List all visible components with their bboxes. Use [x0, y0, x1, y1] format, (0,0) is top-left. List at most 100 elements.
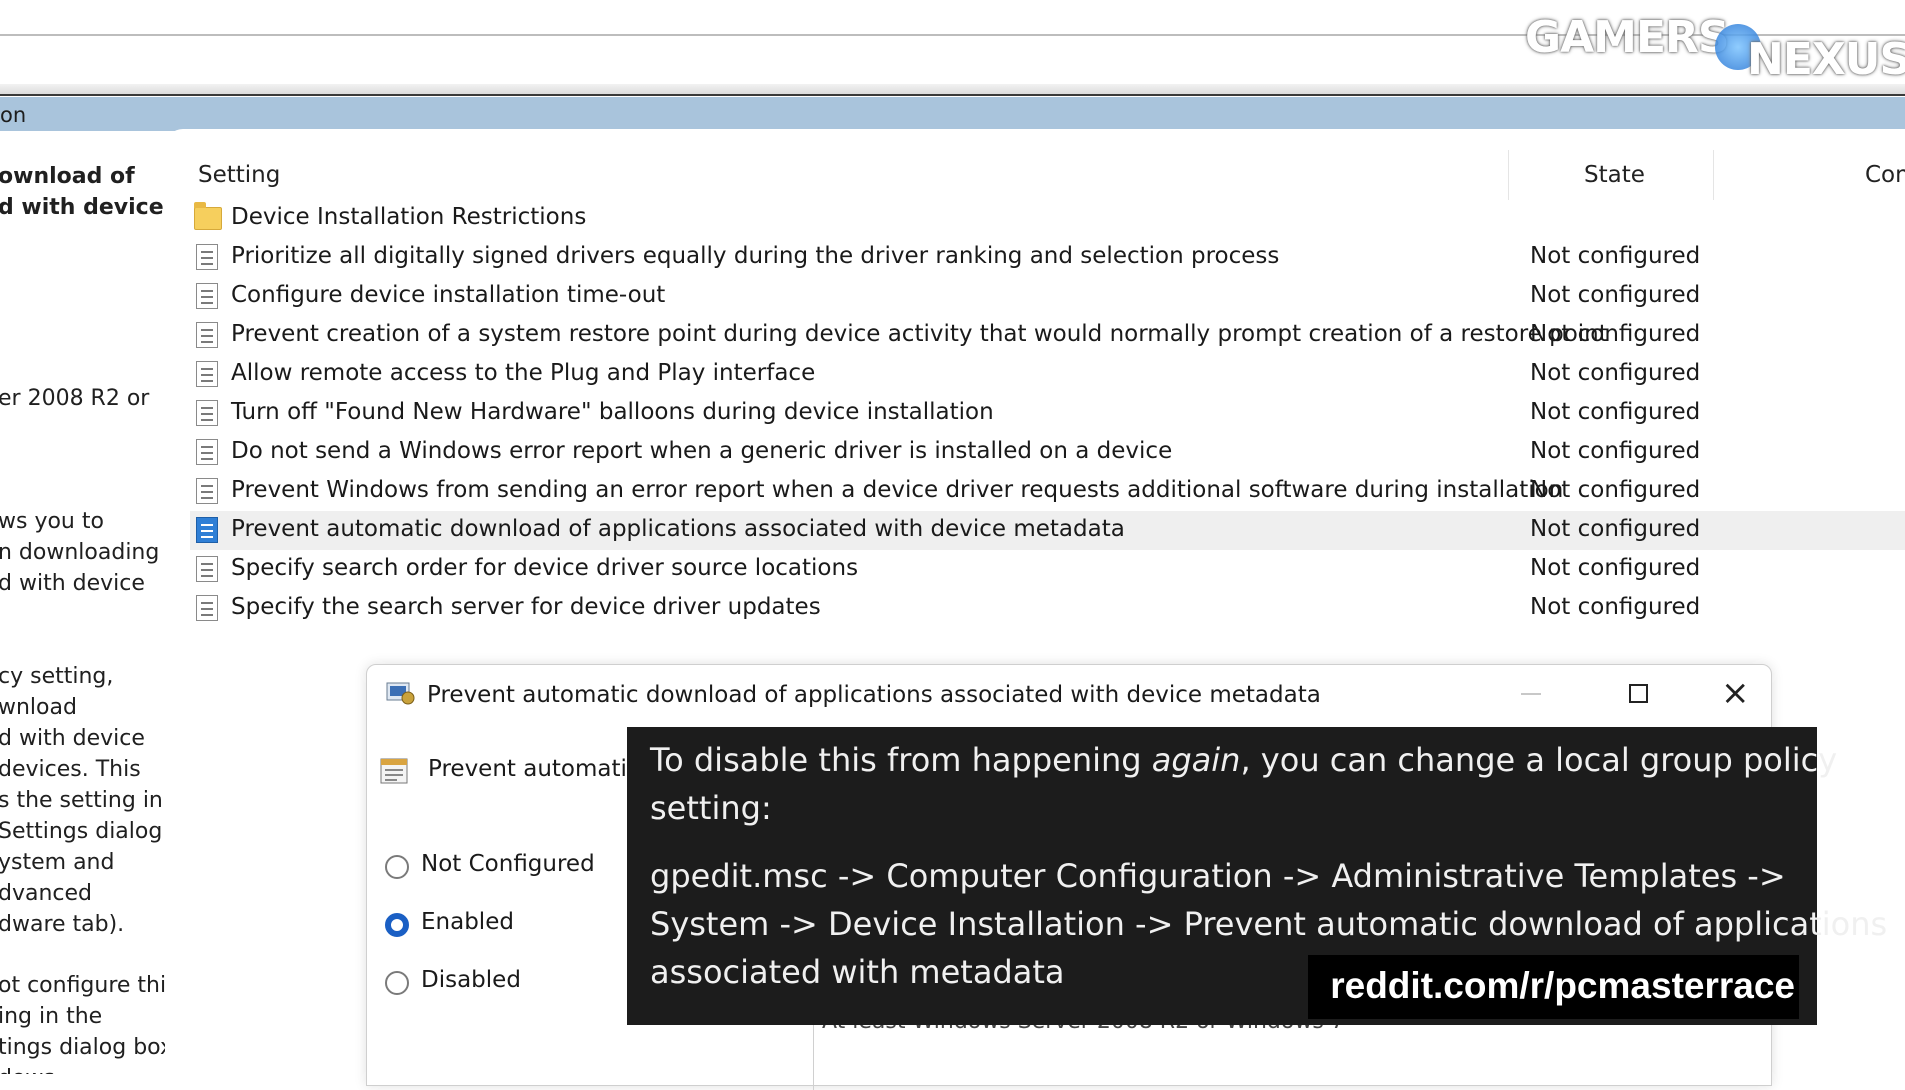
- policy-setting-row[interactable]: Do not send a Windows error report when …: [190, 433, 1905, 472]
- setting-name: Prioritize all digitally signed drivers …: [231, 243, 1280, 269]
- watermark-text-1: GAMERS: [1525, 12, 1730, 63]
- caption-overlay: To disable this from happening again, yo…: [627, 727, 1887, 1025]
- setting-state: Not configured: [1530, 555, 1701, 581]
- setting-state: Not configured: [1530, 477, 1701, 503]
- dialog-title: Prevent automatic download of applicatio…: [427, 682, 1321, 708]
- column-header-setting[interactable]: Setting: [198, 162, 280, 188]
- folder-row[interactable]: Device Installation Restrictions: [190, 199, 1905, 238]
- maximize-button[interactable]: [1619, 677, 1659, 709]
- caption-line-5: associated with metadata: [650, 953, 1065, 991]
- description-text-line: ing in the: [0, 1004, 103, 1029]
- setting-name: Device Installation Restrictions: [231, 204, 587, 230]
- description-header-title: on: [0, 103, 27, 127]
- setting-name: Prevent automatic download of applicatio…: [231, 516, 1125, 542]
- description-text-line: er 2008 R2 or: [0, 386, 150, 411]
- description-text-line: ownload of: [0, 164, 135, 189]
- column-header-state[interactable]: State: [1584, 162, 1645, 188]
- policy-setting-icon: [196, 478, 218, 504]
- setting-name: Do not send a Windows error report when …: [231, 438, 1173, 464]
- policy-setting-icon: [196, 361, 218, 387]
- policy-dialog-icon: [386, 682, 415, 705]
- description-text-line: d with device: [0, 195, 164, 220]
- setting-state: Not configured: [1530, 399, 1701, 425]
- caption-line-1-end: , you can change a local group policy: [1240, 741, 1838, 779]
- description-text-line: ws you to: [0, 509, 104, 534]
- radio-disabled[interactable]: [385, 971, 409, 995]
- setting-state: Not configured: [1530, 282, 1701, 308]
- setting-state: Not configured: [1530, 243, 1701, 269]
- description-text-line: d with device: [0, 571, 145, 596]
- description-text-line: d with device: [0, 726, 145, 751]
- column-separator[interactable]: [1508, 150, 1509, 200]
- description-text-line: dows: [0, 1063, 55, 1074]
- policy-setting-icon: [196, 517, 218, 543]
- setting-state: Not configured: [1530, 594, 1701, 620]
- policy-setting-row[interactable]: Configure device installation time-out No…: [190, 277, 1905, 316]
- setting-name: Specify the search server for device dri…: [231, 594, 821, 620]
- policy-setting-icon: [196, 322, 218, 348]
- description-text-line: wnload: [0, 695, 77, 720]
- policy-setting-row[interactable]: Specify the search server for device dri…: [190, 589, 1905, 628]
- setting-state: Not configured: [1530, 321, 1701, 347]
- policy-setting-row[interactable]: Prioritize all digitally signed drivers …: [190, 238, 1905, 277]
- maximize-icon: [1629, 684, 1648, 703]
- column-separator[interactable]: [1713, 150, 1714, 200]
- radio-disabled-label[interactable]: Disabled: [421, 967, 521, 993]
- description-text-line: dvanced: [0, 881, 93, 906]
- policy-setting-row[interactable]: Prevent automatic download of applicatio…: [190, 511, 1905, 550]
- policy-setting-row[interactable]: Turn off "Found New Hardware" balloons d…: [190, 394, 1905, 433]
- close-icon: ×: [1721, 673, 1750, 713]
- radio-enabled-label[interactable]: Enabled: [421, 909, 514, 935]
- column-header-comment[interactable]: Com: [1865, 162, 1905, 188]
- description-text-line: Settings dialog: [0, 819, 163, 844]
- description-text-line: dware tab).: [0, 912, 125, 937]
- description-header: on: [0, 97, 1905, 131]
- watermark-text-2: NEXUS: [1747, 34, 1905, 85]
- description-text-line: tings dialog box: [0, 1035, 165, 1060]
- caption-line-3: gpedit.msc -> Computer Configuration -> …: [650, 857, 1786, 895]
- setting-name: Allow remote access to the Plug and Play…: [231, 360, 816, 386]
- extended-description-pane: ownload of d with device er 2008 R2 or ws y…: [0, 131, 165, 1074]
- caption-line-1-start: To disable this from happening: [650, 741, 1152, 779]
- folder-icon: [194, 202, 222, 230]
- policy-setting-icon: [196, 400, 218, 426]
- radio-enabled[interactable]: [385, 913, 409, 937]
- description-text-line: cy setting,: [0, 664, 114, 689]
- source-badge: reddit.com/r/pcmasterrace: [1308, 955, 1799, 1019]
- description-text-line: ot configure this: [0, 973, 165, 998]
- radio-not-configured-label[interactable]: Not Configured: [421, 851, 595, 877]
- radio-not-configured[interactable]: [385, 855, 409, 879]
- policy-setting-icon: [380, 758, 408, 784]
- policy-setting-icon: [196, 283, 218, 309]
- caption-line-4: System -> Device Installation -> Prevent…: [650, 905, 1888, 943]
- setting-state: Not configured: [1530, 360, 1701, 386]
- policy-setting-icon: [196, 439, 218, 465]
- close-button[interactable]: ×: [1715, 673, 1755, 713]
- dialog-setting-name: Prevent automatic: [428, 756, 640, 782]
- description-text-line: devices. This: [0, 757, 141, 782]
- policy-setting-row[interactable]: Specify search order for device driver s…: [190, 550, 1905, 589]
- policy-setting-icon: [196, 595, 218, 621]
- setting-name: Prevent creation of a system restore poi…: [231, 321, 1608, 347]
- caption-line-2: setting:: [650, 789, 772, 827]
- setting-state: Not configured: [1530, 516, 1701, 542]
- caption-emphasis: again: [1151, 741, 1241, 779]
- policy-setting-icon: [196, 556, 218, 582]
- gamers-nexus-watermark: GAMERS NEXUS: [1525, 12, 1905, 85]
- setting-name: Prevent Windows from sending an error re…: [231, 477, 1564, 503]
- minimize-button[interactable]: [1511, 677, 1551, 709]
- minimize-icon: [1521, 693, 1541, 695]
- policy-setting-row[interactable]: Allow remote access to the Plug and Play…: [190, 355, 1905, 394]
- policy-setting-row[interactable]: Prevent Windows from sending an error re…: [190, 472, 1905, 511]
- setting-name: Configure device installation time-out: [231, 282, 666, 308]
- caption-line-1: To disable this from happening again, yo…: [650, 741, 1837, 779]
- setting-name: Turn off "Found New Hardware" balloons d…: [231, 399, 994, 425]
- policy-setting-row[interactable]: Prevent creation of a system restore poi…: [190, 316, 1905, 355]
- setting-name: Specify search order for device driver s…: [231, 555, 859, 581]
- source-text: reddit.com/r/pcmasterrace: [1330, 965, 1795, 1006]
- description-text-line: ystem and: [0, 850, 115, 875]
- policy-setting-icon: [196, 244, 218, 270]
- setting-state: Not configured: [1530, 438, 1701, 464]
- toolbar-divider: [0, 84, 1905, 96]
- description-text-line: s the setting in: [0, 788, 163, 813]
